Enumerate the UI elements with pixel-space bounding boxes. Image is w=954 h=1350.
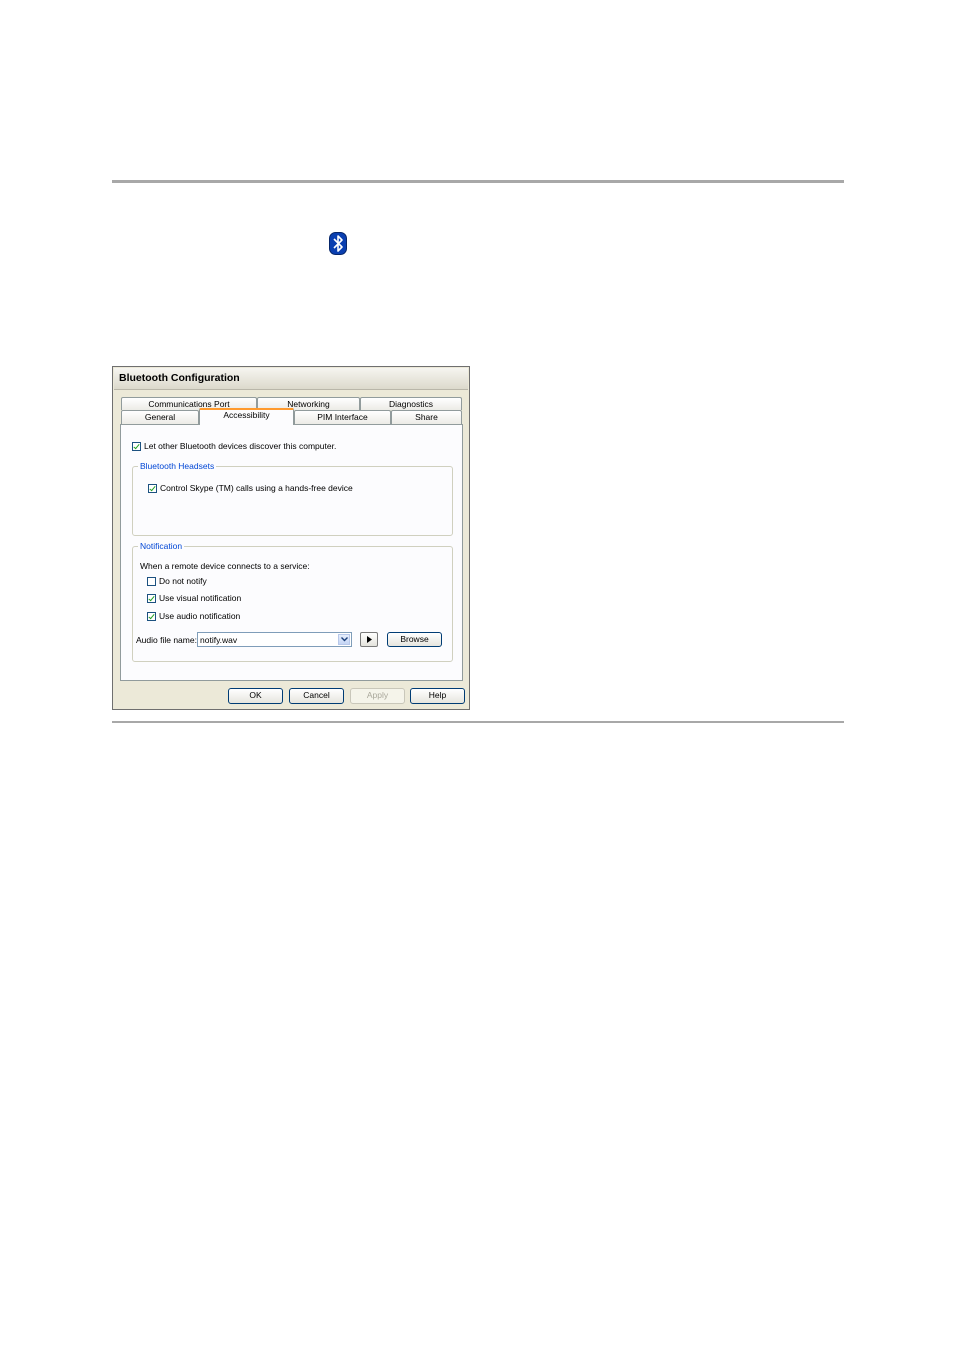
tab-general[interactable]: General <box>121 410 199 424</box>
skype-checkbox[interactable] <box>148 483 157 493</box>
ok-button[interactable]: OK <box>228 688 283 704</box>
discover-checkbox-label: Let other Bluetooth devices discover thi… <box>144 441 337 451</box>
do-not-notify-label: Do not notify <box>159 576 207 586</box>
discover-checkbox-row[interactable]: Let other Bluetooth devices discover thi… <box>132 441 336 451</box>
apply-button[interactable]: Apply <box>350 688 405 704</box>
bluetooth-headsets-group: Bluetooth Headsets Control Skype (TM) ca… <box>132 461 453 536</box>
discover-checkbox[interactable] <box>132 441 141 451</box>
audio-notification-checkbox[interactable] <box>147 611 156 621</box>
skype-checkbox-row[interactable]: Control Skype (TM) calls using a hands-f… <box>148 483 353 493</box>
title-bar: Bluetooth Configuration <box>114 368 468 390</box>
audio-file-combobox[interactable]: notify.wav <box>197 632 352 647</box>
tab-share[interactable]: Share <box>391 410 462 424</box>
tab-pim-interface[interactable]: PIM Interface <box>294 410 391 424</box>
notification-group-label: Notification <box>138 541 185 551</box>
audio-notification-label: Use audio notification <box>159 611 241 621</box>
audio-file-value: notify.wav <box>200 635 238 645</box>
tab-accessibility[interactable]: Accessibility <box>199 408 294 425</box>
audio-file-label: Audio file name: <box>136 635 197 645</box>
audio-notification-row[interactable]: Use audio notification <box>147 611 240 621</box>
do-not-notify-row[interactable]: Do not notify <box>147 576 207 586</box>
visual-notification-label: Use visual notification <box>159 593 242 603</box>
bottom-divider <box>112 721 844 723</box>
play-icon[interactable] <box>360 632 378 647</box>
accessibility-panel: Let other Bluetooth devices discover thi… <box>120 424 463 681</box>
help-button[interactable]: Help <box>410 688 465 704</box>
skype-checkbox-label: Control Skype (TM) calls using a hands-f… <box>160 483 353 493</box>
do-not-notify-checkbox[interactable] <box>147 576 156 586</box>
browse-button[interactable]: Browse <box>387 632 442 647</box>
top-divider <box>112 180 844 183</box>
visual-notification-row[interactable]: Use visual notification <box>147 593 241 603</box>
tab-diagnostics[interactable]: Diagnostics <box>360 397 462 410</box>
visual-notification-checkbox[interactable] <box>147 593 156 603</box>
bluetooth-icon <box>329 232 347 255</box>
chevron-down-icon[interactable] <box>338 634 350 645</box>
notification-prompt: When a remote device connects to a servi… <box>140 561 310 571</box>
bluetooth-headsets-group-label: Bluetooth Headsets <box>138 461 217 471</box>
bluetooth-configuration-dialog: Bluetooth Configuration Communications P… <box>112 366 470 710</box>
dialog-title: Bluetooth Configuration <box>119 372 240 384</box>
cancel-button[interactable]: Cancel <box>289 688 344 704</box>
